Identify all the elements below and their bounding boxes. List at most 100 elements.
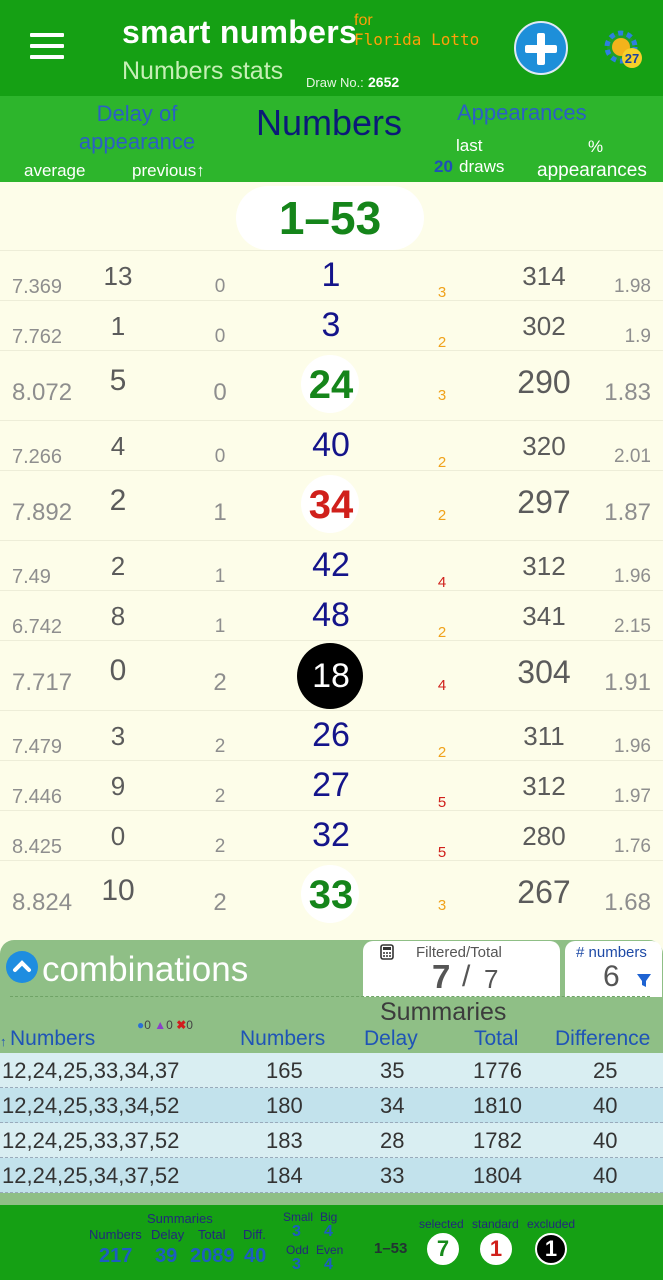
combination-numbers: 12,24,25,33,34,52 — [2, 1093, 180, 1118]
number-row[interactable]: 7.717 0 2 4 304 1.91 18 — [0, 640, 663, 710]
number-value[interactable]: 34 — [291, 483, 371, 528]
sum-total-header[interactable]: Total — [474, 1027, 518, 1051]
filter-icon[interactable] — [637, 974, 651, 988]
number-row[interactable]: 7.892 2 1 2 297 1.87 34 — [0, 470, 663, 540]
combination-delay: 35 — [380, 1058, 405, 1083]
thumb-up-icon: ▲ — [154, 1018, 167, 1032]
summaries-header: Summaries — [380, 998, 507, 1026]
combination-sum: 165 — [266, 1058, 303, 1083]
big-label: Big — [320, 1210, 338, 1224]
chevron-up-icon[interactable] — [6, 951, 38, 983]
delay-value: 3 — [110, 721, 126, 751]
filtered-count: 7 — [432, 958, 451, 995]
number-row[interactable]: 7.762 1 0 2 302 1.9 3 — [0, 300, 663, 351]
combination-total: 1804 — [473, 1163, 522, 1188]
last-draws-value: 3 — [437, 897, 447, 914]
previous-header[interactable]: previous↑ — [132, 161, 205, 181]
combination-row[interactable]: 12,24,25,33,37,52 183 28 1782 40 — [0, 1123, 663, 1158]
combination-difference: 40 — [593, 1093, 618, 1118]
number-row[interactable]: 6.742 8 1 2 341 2.15 48 — [0, 590, 663, 641]
number-value[interactable]: 40 — [291, 426, 371, 465]
percent-value: 1.97 — [614, 786, 651, 807]
appearances-value: 312 — [522, 771, 566, 801]
combination-row[interactable]: 12,24,25,33,34,52 180 34 1810 40 — [0, 1088, 663, 1123]
number-row[interactable]: 8.425 0 2 5 280 1.76 32 — [0, 810, 663, 861]
footer-delay-label: Delay — [151, 1227, 185, 1242]
footer-summaries-label: Summaries — [147, 1211, 213, 1226]
number-value[interactable]: 32 — [291, 816, 371, 855]
footer-diff-value: 40 — [244, 1245, 267, 1267]
number-value[interactable]: 24 — [291, 363, 371, 408]
previous-value: 0 — [214, 326, 226, 347]
last-header[interactable]: last — [456, 136, 482, 156]
delay-value: 5 — [109, 364, 127, 397]
difference-header[interactable]: Difference — [555, 1027, 650, 1051]
number-row[interactable]: 8.072 5 0 3 290 1.83 24 — [0, 350, 663, 420]
sum-numbers-header[interactable]: Numbers — [240, 1027, 325, 1051]
number-row[interactable]: 7.369 13 0 3 314 1.98 1 — [0, 250, 663, 301]
combination-row[interactable]: 12,24,25,34,37,52 184 33 1804 40 — [0, 1158, 663, 1193]
selected-badge[interactable]: 7 — [427, 1233, 459, 1265]
delay-value: 8 — [110, 601, 126, 631]
combination-delay: 33 — [380, 1163, 405, 1188]
average-header[interactable]: average — [24, 161, 85, 181]
combination-row[interactable]: 12,24,25,33,34,37 165 35 1776 25 — [0, 1053, 663, 1088]
percent-value: 1.96 — [614, 566, 651, 587]
number-value[interactable]: 1 — [291, 256, 371, 295]
big-value: 4 — [324, 1223, 333, 1240]
draws-header[interactable]: draws — [459, 157, 504, 177]
number-row[interactable]: 8.824 10 2 3 267 1.68 33 — [0, 860, 663, 930]
avg-value: 8.072 — [12, 379, 73, 406]
combination-total: 1782 — [473, 1128, 522, 1153]
percent-value: 1.98 — [614, 276, 651, 297]
standard-badge[interactable]: 1 — [480, 1233, 512, 1265]
draw-number-value: 2652 — [368, 74, 400, 90]
number-value[interactable]: 27 — [291, 766, 371, 805]
number-range[interactable]: 1–53 — [236, 186, 424, 250]
appearances-value: 341 — [522, 601, 566, 631]
avg-value: 7.49 — [12, 566, 51, 588]
excluded-badge[interactable]: 1 — [535, 1233, 567, 1265]
percent-value: 2.01 — [614, 446, 651, 467]
draw-number-label: Draw No.: — [306, 75, 364, 90]
previous-value: 0 — [213, 379, 227, 406]
excluded-count: 0 — [186, 1018, 193, 1032]
last-count[interactable]: 20 — [434, 157, 453, 177]
odd-label: Odd — [286, 1243, 309, 1257]
delay-value: 0 — [110, 821, 126, 851]
number-value[interactable]: 18 — [291, 657, 371, 696]
numbers-header[interactable]: Numbers — [256, 102, 402, 144]
avg-value: 7.892 — [12, 499, 73, 526]
percent-value: 1.91 — [604, 669, 651, 696]
number-value[interactable]: 42 — [291, 546, 371, 585]
settings-gear-icon[interactable]: 27 — [601, 27, 645, 71]
total-count: 7 — [484, 964, 499, 994]
combo-status-counts: ●0 ▲0 ✖0 — [137, 1018, 193, 1032]
delay-value: 1 — [110, 311, 126, 341]
number-value[interactable]: 26 — [291, 716, 371, 755]
combinations-title: combinations — [42, 950, 249, 989]
combinations-list: 12,24,25,33,34,37 165 35 1776 25 12,24,25,33,… — [0, 1053, 663, 1193]
previous-value: 0 — [214, 276, 226, 297]
number-row[interactable]: 7.49 2 1 4 312 1.96 42 — [0, 540, 663, 591]
number-row[interactable]: 7.479 3 2 2 311 1.96 26 — [0, 710, 663, 761]
number-value[interactable]: 48 — [291, 596, 371, 635]
number-value[interactable]: 3 — [291, 306, 371, 345]
avg-value: 8.824 — [12, 889, 73, 916]
combination-numbers: 12,24,25,33,34,37 — [2, 1058, 180, 1083]
filtered-total-label: Filtered/Total — [416, 944, 502, 961]
previous-value: 2 — [214, 786, 226, 807]
lottery-name[interactable]: Florida Lotto — [354, 30, 479, 49]
combination-sum: 180 — [266, 1093, 303, 1118]
number-row[interactable]: 7.266 4 0 2 320 2.01 40 — [0, 420, 663, 471]
menu-icon[interactable] — [30, 33, 64, 59]
number-value[interactable]: 33 — [291, 873, 371, 918]
last-draws-value: 4 — [437, 677, 447, 694]
add-button[interactable] — [514, 21, 568, 75]
avg-value: 7.446 — [12, 786, 63, 808]
percent-appearances-header[interactable]: appearances — [537, 160, 647, 182]
combo-numbers-header[interactable]: Numbers — [10, 1027, 95, 1051]
number-row[interactable]: 7.446 9 2 5 312 1.97 27 — [0, 760, 663, 811]
delay-value: 9 — [110, 771, 126, 801]
sum-delay-header[interactable]: Delay — [364, 1027, 418, 1051]
